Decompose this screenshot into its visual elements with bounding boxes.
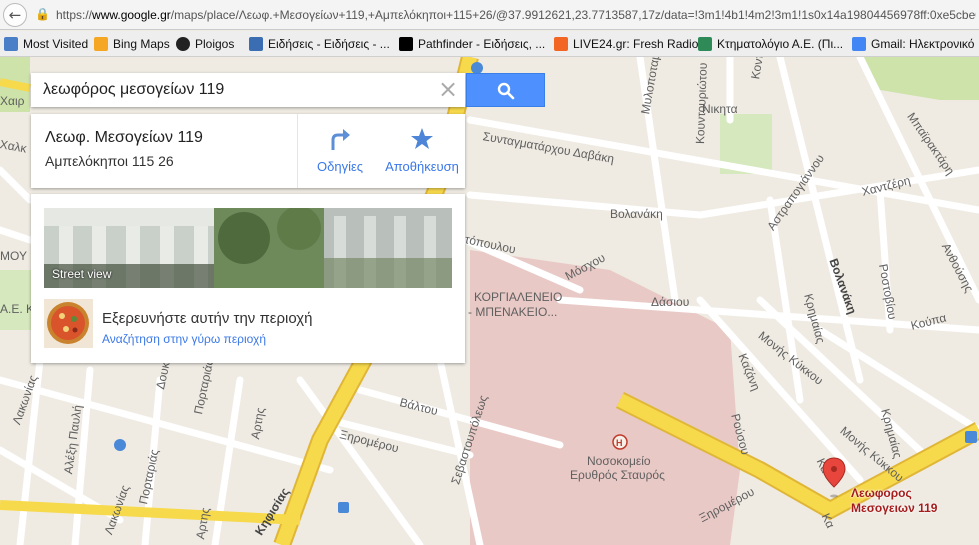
star-icon [411,128,433,149]
ploigos-icon [176,37,190,51]
street-label: Χαιρ [0,94,25,108]
directions-label: Οδηγίες [316,159,364,174]
bookmark-label: Ειδήσεις - Ειδήσεις - ... [268,37,390,51]
divider [297,114,298,188]
hospital-label: Νοσοκομείο [587,454,651,468]
search-input[interactable] [31,73,431,107]
marker-label-line2: Μεσογειων 119 [851,501,938,515]
directions-icon [331,129,350,150]
bookmark-label: Most Visited [23,37,89,51]
food-thumbnail[interactable] [44,299,93,348]
street-label: Βολανάκη [610,207,663,221]
bookmark-label: Ploigos [195,37,235,51]
rss-icon [554,37,568,51]
street-label: Δάσιου [651,295,690,309]
clear-search-icon[interactable]: × [435,77,461,103]
street-label: ΜΟΥ [0,249,27,263]
place-card: Λεωφ. Μεσογείων 119 Αμπελόκηποι 115 26 Ο… [31,114,465,188]
marker-label: Λεωφορος Μεσογειων 119 [851,486,937,516]
bookmark-most-visited[interactable]: Most Visited [4,35,88,53]
bookmark-gmail[interactable]: Gmail: Ηλεκτρονικό [852,35,974,53]
url-field[interactable]: https://www.google.gr/maps/place/Λεωφ.+Μ… [56,8,976,22]
place-address: Αμπελόκηποι 115 26 [45,153,174,169]
address-bar: ← 🔒 https://www.google.gr/maps/place/Λεω… [0,0,979,30]
bookmarks-toolbar: Most Visited Bing Maps Ploigos Ειδήσεις … [0,31,979,57]
explore-title: Εξερευνήστε αυτήν την περιοχή [102,310,313,327]
bus-stop-icon[interactable] [965,431,977,443]
bus-stop-icon[interactable] [338,502,349,513]
url-path: /maps/place/Λεωφ.+Μεσογείων+119,+Αμπελόκ… [170,8,976,22]
bookmark-pathfinder[interactable]: Pathfinder - Ειδήσεις, ... [399,35,545,53]
bookmark-label: Gmail: Ηλεκτρονικό [871,37,975,51]
bookmark-live24[interactable]: LIVE24.gr: Fresh Radio [554,35,698,53]
search-button[interactable] [466,73,545,107]
explore-nearby-link[interactable]: Αναζήτηση στην γύρω περιοχή [102,332,266,346]
svg-text:H: H [616,438,623,448]
street-view-thumbnail[interactable]: Street view [44,208,452,288]
news-icon [249,37,263,51]
location-pin-icon[interactable] [821,457,847,499]
bookmark-news[interactable]: Ειδήσεις - Ειδήσεις - ... [249,35,390,53]
search-box: × [31,73,465,107]
search-icon [497,82,515,100]
lock-icon: 🔒 [35,7,50,21]
ktimatologio-icon [698,37,712,51]
pizza-icon [44,299,93,348]
bookmark-label: LIVE24.gr: Fresh Radio [573,37,699,51]
bookmark-ktimatologio[interactable]: Κτηματολόγιο Α.Ε. (Πι... [698,35,843,53]
street-label: ΚΟΡΓΙΑΛΕΝΕΙΟ [474,290,563,304]
back-arrow-icon[interactable]: ← [3,3,27,27]
hospital-label: Ερυθρός Σταυρός [570,468,665,482]
transit-icon[interactable] [114,439,126,451]
directions-button[interactable]: Οδηγίες [301,114,379,188]
bookmark-ploigos[interactable]: Ploigos [176,35,234,53]
place-name: Λεωφ. Μεσογείων 119 [45,129,203,146]
bookmark-label: Bing Maps [113,37,170,51]
bookmark-label: Κτηματολόγιο Α.Ε. (Πι... [717,37,844,51]
save-button[interactable]: Αποθήκευση [379,114,465,188]
google-icon [852,37,866,51]
street-label: - ΜΠΕΝΑΚΕΙΟ... [468,305,558,319]
bookmark-label: Pathfinder - Ειδήσεις, ... [418,37,546,51]
street-view-label: Street view [52,267,112,281]
gear-icon [4,37,18,51]
bing-icon [94,37,108,51]
bookmark-bing-maps[interactable]: Bing Maps [94,35,170,53]
url-host: www.google.gr [92,8,171,22]
url-prefix: https:// [56,8,93,22]
save-label: Αποθήκευση [385,159,459,174]
marker-label-line1: Λεωφορος [851,486,912,500]
pathfinder-icon [399,37,413,51]
explore-card: Street view Εξερευνήστε αυτήν την περιοχ… [31,194,465,363]
street-label: Κουντουριώτου [693,62,710,145]
